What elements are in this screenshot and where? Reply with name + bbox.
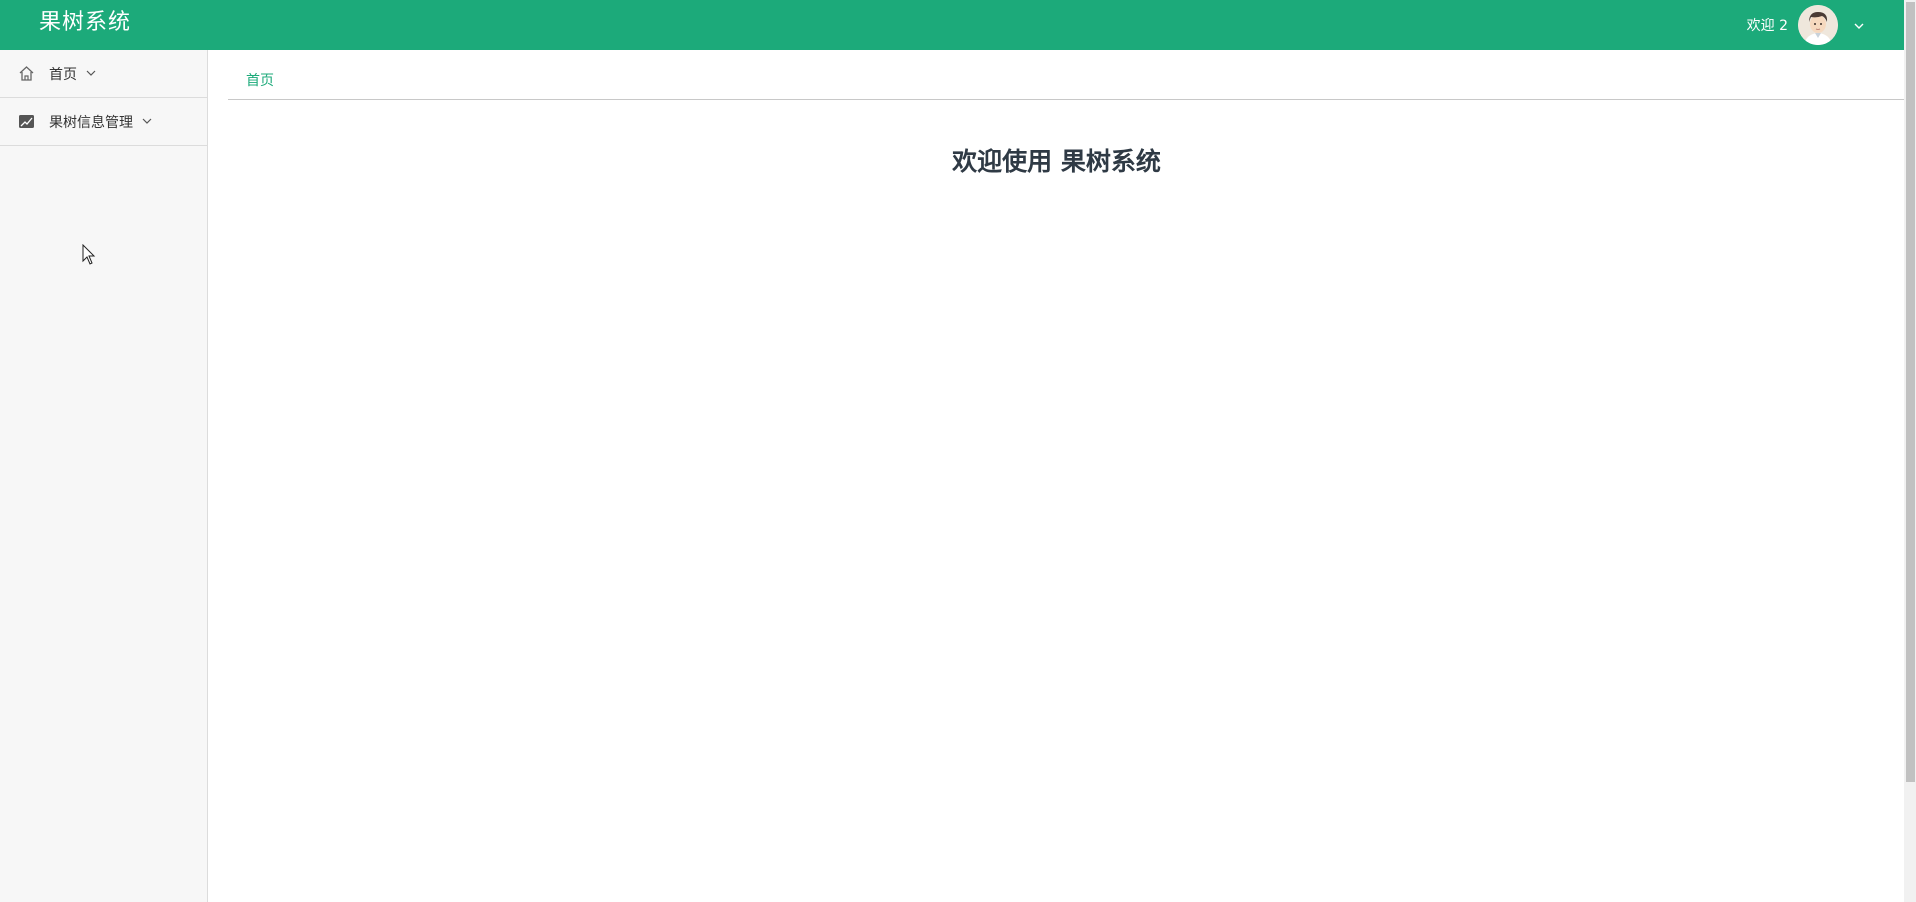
welcome-text: 欢迎 2 bbox=[1746, 18, 1788, 34]
home-icon bbox=[18, 65, 35, 82]
sidebar-item-fruit-tree-management[interactable]: 果树信息管理 bbox=[0, 98, 207, 146]
tab-home[interactable]: 首页 bbox=[246, 70, 274, 90]
sidebar: 首页 果树信息管理 bbox=[0, 50, 208, 902]
image-icon bbox=[18, 113, 35, 130]
sidebar-item-home[interactable]: 首页 bbox=[0, 50, 207, 98]
sidebar-item-label: 首页 bbox=[49, 66, 77, 83]
vertical-scrollbar[interactable] bbox=[1904, 0, 1916, 902]
tab-bar: 首页 bbox=[228, 50, 1904, 100]
top-header: 果树系统 欢迎 2 bbox=[0, 0, 1904, 50]
avatar[interactable] bbox=[1798, 5, 1838, 45]
page-title: 欢迎使用 果树系统 bbox=[952, 147, 1161, 176]
chevron-down-icon bbox=[85, 67, 99, 81]
chevron-down-icon bbox=[141, 115, 155, 129]
user-menu[interactable]: 欢迎 2 bbox=[1747, 5, 1866, 45]
sidebar-item-label: 果树信息管理 bbox=[49, 114, 133, 131]
main-content: 首页 欢迎使用 果树系统 bbox=[209, 50, 1904, 902]
chevron-down-icon[interactable] bbox=[1852, 18, 1866, 32]
scrollbar-thumb[interactable] bbox=[1906, 2, 1915, 782]
app-title: 果树系统 bbox=[39, 10, 132, 35]
